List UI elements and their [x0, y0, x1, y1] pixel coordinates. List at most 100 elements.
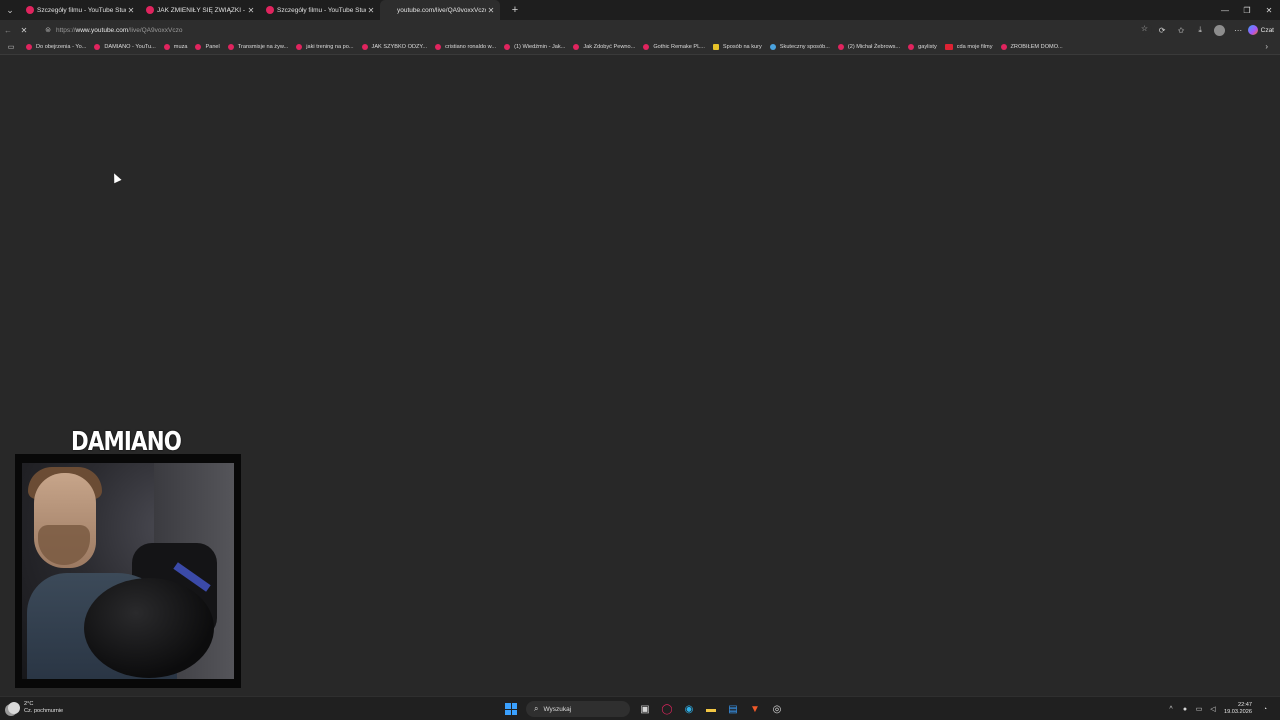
- bookmarks-more-chevron-icon[interactable]: ›: [1265, 42, 1268, 51]
- volume-icon[interactable]: ◁: [1206, 705, 1220, 713]
- bookmark-item[interactable]: Panel: [191, 44, 223, 50]
- bookmark-item[interactable]: DAMIANO - YouTu...: [90, 44, 159, 50]
- edge-icon[interactable]: ◉: [678, 699, 700, 719]
- start-button[interactable]: [500, 699, 522, 719]
- bookmark-item[interactable]: muza: [160, 44, 192, 50]
- tab-1[interactable]: Szczegóły filmu - YouTube Studio ✕: [20, 0, 140, 20]
- apps-icon[interactable]: ▭: [0, 43, 22, 51]
- obs-icon[interactable]: ◎: [766, 699, 788, 719]
- bookmark-item[interactable]: Transmisje na żyw...: [224, 44, 292, 50]
- favorites-icon[interactable]: ✩: [1172, 20, 1191, 40]
- clock[interactable]: 22:47 19.03.2026: [1224, 702, 1252, 716]
- windows-start-icon: [505, 703, 517, 715]
- close-icon[interactable]: ✕: [126, 6, 136, 15]
- minimize-icon[interactable]: —: [1214, 0, 1236, 20]
- bookmark-item[interactable]: (1) Wiedźmin - Jak...: [500, 44, 569, 50]
- tab-4-active[interactable]: youtube.com/live/QA9voxxVczo ✕: [380, 0, 500, 20]
- bookmark-label: Sposób na kury: [722, 44, 762, 50]
- bookmark-label: JAK SZYBKO ODZY...: [371, 44, 428, 50]
- search-icon: ⌕: [534, 704, 539, 713]
- bookmark-item[interactable]: cristiano ronaldo w...: [431, 44, 500, 50]
- tab-strip: ⌄ Szczegóły filmu - YouTube Studio ✕ JAK…: [0, 0, 1280, 20]
- close-icon[interactable]: ✕: [246, 6, 256, 15]
- loading-icon: [386, 6, 394, 14]
- youtube-icon: [163, 44, 170, 50]
- bookmark-label: Do obejrzenia - Yo...: [36, 44, 87, 50]
- address-bar[interactable]: ⊜ https://www.youtube.com/live/QA9voxxVc…: [40, 22, 1152, 38]
- tab-3[interactable]: Szczegóły filmu - YouTube Studio ✕: [260, 0, 380, 20]
- bookmark-item[interactable]: (2) Michał Żebrows...: [834, 44, 904, 50]
- opera-icon[interactable]: ◯: [656, 699, 678, 719]
- webcam-overlay: [15, 454, 241, 688]
- weather-widget[interactable]: 2°C Cz. pochmurnie: [8, 701, 63, 715]
- notifications-bell-icon[interactable]: ◔: [1258, 706, 1272, 713]
- bookmark-label: Transmisje na żyw...: [237, 44, 289, 50]
- favorite-star-icon[interactable]: ☆: [1141, 24, 1148, 33]
- new-tab-plus-icon[interactable]: +: [506, 1, 524, 19]
- taskbar-search[interactable]: ⌕ Wyszukaj: [526, 701, 630, 717]
- bookmark-label: Jak Zdobyć Pewno...: [583, 44, 636, 50]
- bookmark-item[interactable]: cda moje filmy: [941, 44, 997, 50]
- document-icon: [712, 44, 719, 50]
- bookmark-label: muza: [173, 44, 188, 50]
- extensions-icon[interactable]: ⟳: [1153, 20, 1172, 40]
- bookmark-item[interactable]: Sposób na kury: [709, 44, 766, 50]
- clock-time: 22:47: [1238, 702, 1252, 708]
- bookmarks-bar: ▭ Do obejrzenia - Yo... DAMIANO - YouTu.…: [0, 40, 1280, 55]
- youtube-icon: [227, 44, 234, 50]
- tab-title: Szczegóły filmu - YouTube Studio: [277, 6, 366, 14]
- address-url[interactable]: https://www.youtube.com/live/QA9voxxVczo: [56, 27, 182, 34]
- close-icon[interactable]: ✕: [486, 6, 496, 15]
- copilot-label: Czat: [1260, 26, 1274, 34]
- bookmark-item[interactable]: Gothic Remake PL...: [639, 44, 709, 50]
- youtube-icon: [94, 44, 101, 50]
- youtube-icon: [504, 44, 511, 50]
- microphone: [84, 578, 214, 678]
- file-explorer-icon[interactable]: ▬: [700, 699, 722, 719]
- youtube-icon: [296, 44, 303, 50]
- bookmark-label: jaki trening na po...: [306, 44, 354, 50]
- network-icon[interactable]: ▭: [1192, 705, 1206, 713]
- bookmark-item[interactable]: gaylisty: [904, 44, 941, 50]
- downloads-icon[interactable]: ⤓: [1191, 20, 1210, 40]
- more-menu-icon[interactable]: ⋯: [1229, 20, 1248, 40]
- stop-loading-icon[interactable]: ✕: [16, 20, 32, 40]
- back-arrow-icon[interactable]: ←: [0, 20, 16, 40]
- youtube-icon: [908, 44, 915, 50]
- bookmark-item[interactable]: jaki trening na po...: [292, 44, 357, 50]
- bookmark-label: ZROBIŁEM DOMO...: [1010, 44, 1063, 50]
- bookmark-item[interactable]: JAK SZYBKO ODZY...: [358, 44, 432, 50]
- brave-icon[interactable]: ▼: [744, 699, 766, 719]
- browser-toolbar: ← ✕ ⊜ https://www.youtube.com/live/QA9vo…: [0, 20, 1280, 40]
- cloudy-weather-icon: [8, 702, 20, 714]
- bookmark-item[interactable]: Jak Zdobyć Pewno...: [569, 44, 639, 50]
- search-placeholder: Wyszukaj: [543, 705, 572, 713]
- profile-avatar[interactable]: [1213, 24, 1225, 36]
- weather-temp: 2°C: [24, 701, 34, 707]
- clock-date: 19.03.2026: [1224, 709, 1252, 715]
- copilot-button[interactable]: Czat: [1247, 25, 1280, 35]
- youtube-icon: [146, 6, 154, 14]
- bookmark-label: gaylisty: [918, 44, 937, 50]
- windows-taskbar: 2°C Cz. pochmurnie ⌕ Wyszukaj ▣ ◯ ◉ ▬ ▤ …: [0, 696, 1280, 720]
- tab-title: JAK ZMIENIŁY SIĘ ZWIĄZKI - YouTube: [157, 6, 246, 14]
- tab-list-chevron-icon[interactable]: ⌄: [0, 0, 20, 20]
- webcam-feed: [22, 463, 234, 679]
- bookmark-item[interactable]: Skuteczny sposób...: [766, 44, 834, 50]
- site-info-icon[interactable]: ⊜: [42, 24, 54, 36]
- bookmark-item[interactable]: Do obejrzenia - Yo...: [22, 44, 90, 50]
- restore-icon[interactable]: ❐: [1236, 0, 1258, 20]
- task-view-icon[interactable]: ▣: [634, 699, 656, 719]
- tab-title: Szczegóły filmu - YouTube Studio: [37, 6, 126, 14]
- tab-2[interactable]: JAK ZMIENIŁY SIĘ ZWIĄZKI - YouTube ✕: [140, 0, 260, 20]
- youtube-icon: [435, 44, 442, 50]
- tray-chevron-up-icon[interactable]: ^: [1164, 706, 1178, 713]
- bookmark-label: cda moje filmy: [956, 44, 993, 50]
- close-window-icon[interactable]: ✕: [1258, 0, 1280, 20]
- youtube-icon: [361, 44, 368, 50]
- bookmark-item[interactable]: ZROBIŁEM DOMO...: [997, 44, 1067, 50]
- microphone-icon[interactable]: ●: [1178, 706, 1192, 713]
- notepad-icon[interactable]: ▤: [722, 699, 744, 719]
- toolbar-right: ⟳ ✩ ⤓ ⋯ Czat: [1153, 20, 1280, 40]
- close-icon[interactable]: ✕: [366, 6, 376, 15]
